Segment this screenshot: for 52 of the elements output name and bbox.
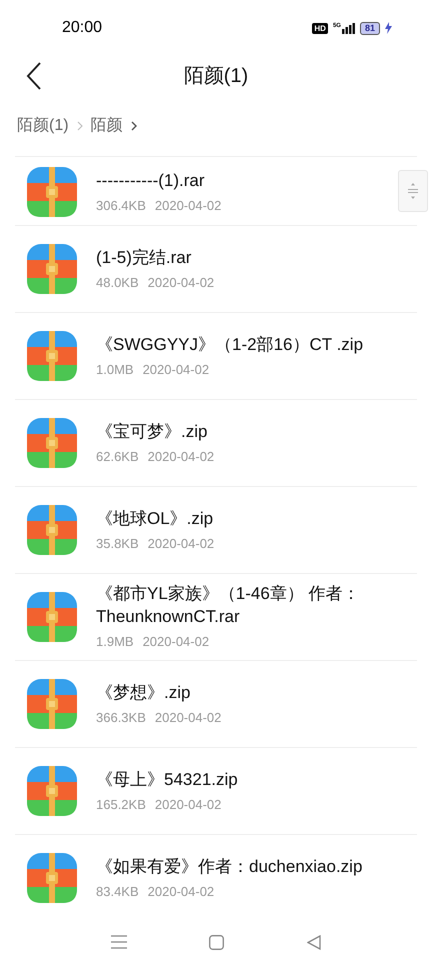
- archive-icon: [27, 244, 77, 294]
- menu-icon[interactable]: [111, 935, 128, 949]
- file-name: 《都市YL家族》（1-46章） 作者：TheunknownCT.rar: [96, 583, 361, 628]
- file-size: 83.4KB: [96, 882, 139, 901]
- file-date: 2020-04-02: [154, 708, 222, 727]
- file-name: 《梦想》.zip: [96, 682, 192, 704]
- file-size: 306.4KB: [96, 196, 146, 215]
- file-name: -----------(1).rar: [96, 170, 206, 192]
- file-size: 1.0MB: [96, 360, 134, 379]
- back-triangle-icon[interactable]: [306, 934, 321, 950]
- file-size: 1.9MB: [96, 633, 134, 652]
- file-name: (1-5)完结.rar: [96, 246, 192, 269]
- archive-icon: [27, 592, 77, 642]
- file-size: 35.8KB: [96, 534, 139, 553]
- file-size: 366.3KB: [96, 708, 146, 727]
- file-size: 165.2KB: [96, 796, 146, 814]
- battery-level: 81: [360, 22, 380, 34]
- file-name: 《宝可梦》.zip: [96, 420, 208, 443]
- drag-icon: [407, 182, 419, 200]
- file-size: 62.6KB: [96, 448, 139, 466]
- file-name: 《地球OL》.zip: [96, 508, 214, 530]
- file-name: 《SWGGYYJ》（1-2部16）CT .zip: [96, 334, 364, 356]
- archive-icon: [27, 418, 77, 468]
- file-date: 2020-04-02: [142, 360, 210, 379]
- chevron-icon: [76, 121, 83, 131]
- back-icon: [26, 62, 42, 90]
- file-date: 2020-04-02: [154, 196, 222, 215]
- status-time: 20:00: [62, 18, 102, 38]
- signal-icon: [342, 22, 355, 34]
- archive-icon: [27, 505, 77, 555]
- file-date: 2020-04-02: [148, 882, 214, 901]
- charging-icon: [385, 22, 392, 34]
- archive-icon: [27, 167, 77, 217]
- archive-icon: [27, 853, 77, 903]
- breadcrumb-item[interactable]: 陌颜: [90, 114, 123, 138]
- archive-icon: [27, 331, 77, 381]
- page-title: 陌颜(1): [184, 64, 248, 89]
- file-date: 2020-04-02: [148, 534, 214, 553]
- file-name: 《如果有爱》作者：duchenxiao.zip: [96, 856, 364, 878]
- chevron-icon: [130, 121, 137, 131]
- file-date: 2020-04-02: [148, 274, 214, 292]
- file-date: 2020-04-02: [142, 633, 210, 652]
- hd-badge: HD: [312, 22, 328, 34]
- file-name: 《母上》54321.zip: [96, 768, 239, 791]
- breadcrumb-item[interactable]: 陌颜(1): [17, 114, 69, 138]
- file-size: 48.0KB: [96, 274, 139, 292]
- archive-icon: [27, 679, 77, 729]
- archive-icon: [27, 766, 77, 816]
- file-date: 2020-04-02: [148, 448, 214, 466]
- scroll-handle[interactable]: [398, 170, 428, 212]
- file-date: 2020-04-02: [154, 796, 222, 814]
- home-icon[interactable]: [209, 934, 224, 950]
